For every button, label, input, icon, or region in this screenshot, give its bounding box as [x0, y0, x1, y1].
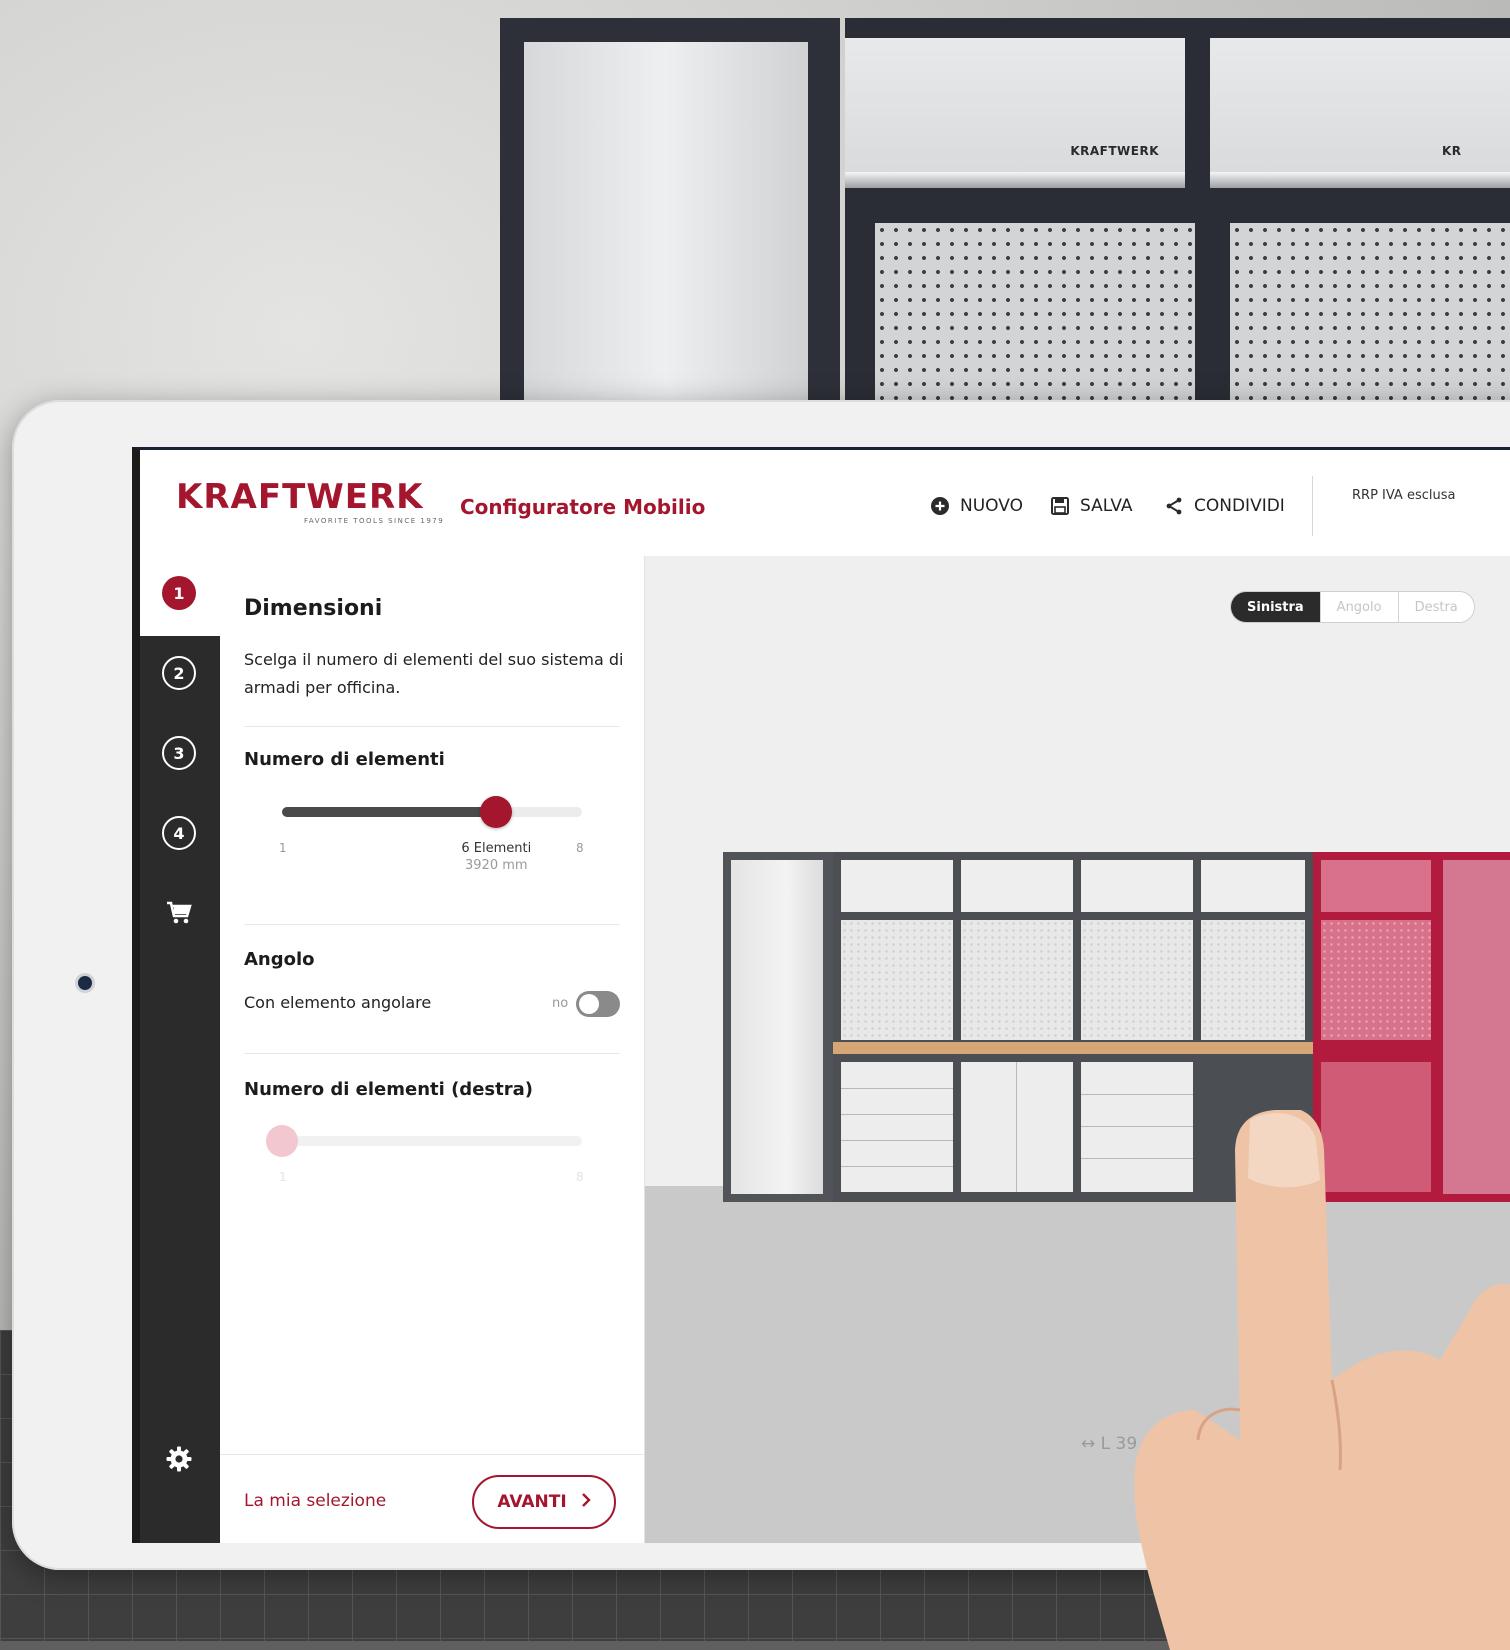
angle-toggle-label: Con elemento angolare — [244, 993, 432, 1012]
background-cabinet-box: KR — [1210, 38, 1510, 188]
step-3[interactable]: 3 — [162, 736, 196, 770]
share-label: CONDIVIDI — [1194, 496, 1285, 516]
background-cabinet-box: KRAFTWERK — [845, 38, 1185, 188]
step-1[interactable]: 1 — [162, 576, 196, 610]
width-dimension: ↔ L 39 — [1081, 1434, 1138, 1454]
new-button[interactable]: NUOVO — [930, 496, 1023, 516]
background-wall-cabinets: KRAFTWERK KR — [845, 18, 1510, 418]
workbench-frame — [833, 852, 1313, 1202]
elements-min: 1 — [279, 841, 287, 855]
elements-right-slider[interactable] — [266, 1125, 582, 1157]
angle-toggle[interactable] — [576, 991, 620, 1017]
elements-slider[interactable] — [282, 796, 582, 828]
tab-angolo[interactable]: Angolo — [1319, 592, 1398, 622]
price-note: RRP IVA esclusa — [1352, 488, 1456, 503]
elements-right-min: 1 — [279, 1170, 287, 1184]
next-label: AVANTI — [497, 1492, 567, 1512]
header-divider — [1312, 476, 1313, 536]
selected-module[interactable] — [1313, 852, 1510, 1202]
options-panel: Dimensioni Scelga il numero di elementi … — [220, 556, 645, 1543]
logo-wordmark: KRAFTWERK — [176, 477, 424, 517]
elements-length: 3920 mm — [465, 858, 528, 873]
elements-right-max: 8 — [576, 1170, 584, 1184]
cart-icon[interactable] — [164, 898, 194, 932]
panel-title: Dimensioni — [244, 596, 383, 621]
elements-value: 6 Elementi — [461, 841, 532, 856]
elements-right-heading: Numero di elementi (destra) — [244, 1079, 533, 1100]
view-tabs: Sinistra Angolo Destra — [1230, 591, 1475, 623]
panel-footer: La mia selezione AVANTI — [220, 1454, 644, 1543]
elements-heading: Numero di elementi — [244, 749, 445, 770]
save-button[interactable]: SALVA — [1050, 496, 1133, 516]
step-4[interactable]: 4 — [162, 816, 196, 850]
steps-rail: 1 2 3 4 — [140, 556, 220, 1543]
logo-tagline: FAVORITE TOOLS SINCE 1979 — [304, 517, 445, 525]
background-cabinet-brand: KRAFTWERK — [1070, 144, 1159, 158]
angle-heading: Angolo — [244, 949, 315, 970]
share-button[interactable]: CONDIVIDI — [1164, 496, 1285, 516]
background-pegboard — [875, 223, 1195, 418]
share-icon — [1164, 496, 1184, 516]
gear-icon[interactable] — [164, 1444, 194, 1478]
divider — [244, 726, 620, 727]
tab-destra[interactable]: Destra — [1397, 592, 1474, 622]
save-icon — [1050, 496, 1070, 516]
height-dimension: ↕ A — [1225, 1434, 1257, 1454]
my-selection-link[interactable]: La mia selezione — [244, 1491, 386, 1511]
plus-circle-icon — [930, 496, 950, 516]
tablet-camera — [78, 976, 92, 990]
tab-sinistra[interactable]: Sinistra — [1231, 592, 1320, 622]
next-button[interactable]: AVANTI — [472, 1475, 616, 1529]
divider — [244, 924, 620, 925]
app-title: Configuratore Mobilio — [460, 495, 706, 519]
save-label: SALVA — [1080, 496, 1133, 516]
background-cabinet-brand: KR — [1442, 144, 1462, 158]
app-screen: KRAFTWERK FAVORITE TOOLS SINCE 1979 Conf… — [132, 447, 1510, 1543]
new-label: NUOVO — [960, 496, 1023, 516]
kraftwerk-logo[interactable]: KRAFTWERK FAVORITE TOOLS SINCE 1979 — [176, 480, 444, 525]
elements-right-slider-thumb[interactable] — [266, 1125, 298, 1157]
app-header: KRAFTWERK FAVORITE TOOLS SINCE 1979 Conf… — [140, 450, 1510, 557]
panel-description: Scelga il numero di elementi del suo sis… — [244, 650, 624, 697]
viewport-floor — [645, 1186, 1510, 1543]
elements-slider-thumb[interactable] — [480, 796, 513, 828]
chevron-right-icon — [581, 1492, 591, 1512]
divider — [244, 1053, 620, 1054]
tall-cabinet-module[interactable] — [723, 852, 833, 1202]
angle-toggle-state: no — [552, 996, 569, 1011]
elements-max: 8 — [576, 841, 584, 855]
background-pegboard — [1230, 223, 1510, 418]
step-2[interactable]: 2 — [162, 656, 196, 690]
background-tall-cabinet — [500, 18, 840, 422]
configurator-3d-view[interactable]: Sinistra Angolo Destra ↔ L 39 ↕ A — [645, 556, 1510, 1543]
